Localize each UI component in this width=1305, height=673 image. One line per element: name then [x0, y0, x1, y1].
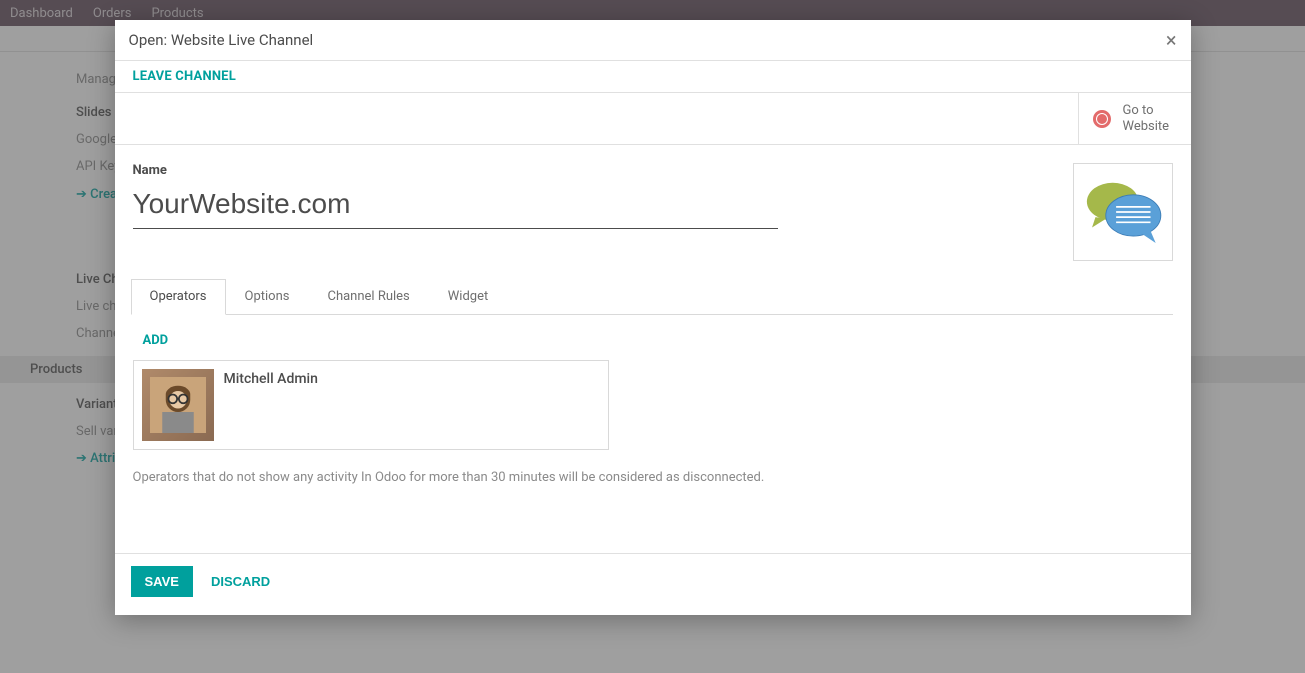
go-to-website-label: Go to Website — [1123, 103, 1173, 134]
modal-header: Open: Website Live Channel × — [115, 20, 1191, 61]
leave-channel-button[interactable]: LEAVE CHANNEL — [133, 69, 236, 84]
avatar — [142, 369, 214, 441]
modal-body: Name Operator — [115, 145, 1191, 503]
tab-operators[interactable]: Operators — [131, 279, 226, 315]
name-label: Name — [133, 163, 1053, 178]
add-operator-button[interactable]: ADD — [143, 333, 169, 348]
modal-overlay: Open: Website Live Channel × LEAVE CHANN… — [0, 0, 1305, 673]
modal-title: Open: Website Live Channel — [129, 31, 314, 49]
operator-card[interactable]: Mitchell Admin — [133, 360, 609, 450]
save-button[interactable]: SAVE — [131, 566, 193, 597]
modal-gotosite: Go to Website — [115, 93, 1191, 145]
modal-actionbar: LEAVE CHANNEL — [115, 61, 1191, 93]
modal: Open: Website Live Channel × LEAVE CHANN… — [115, 20, 1191, 615]
tab-channel-rules[interactable]: Channel Rules — [308, 279, 428, 314]
operator-name: Mitchell Admin — [224, 371, 318, 387]
globe-icon — [1093, 110, 1111, 128]
tabs: Operators Options Channel Rules Widget — [131, 279, 1173, 315]
modal-footer: SAVE DISCARD — [115, 553, 1191, 615]
operators-helper-text: Operators that do not show any activity … — [133, 470, 1173, 485]
name-input[interactable] — [133, 184, 778, 229]
tab-options[interactable]: Options — [226, 279, 309, 314]
tab-widget[interactable]: Widget — [429, 279, 507, 314]
chat-bubbles-icon — [1080, 169, 1166, 255]
discard-button[interactable]: DISCARD — [211, 574, 270, 589]
channel-image[interactable] — [1073, 163, 1173, 261]
close-icon[interactable]: × — [1166, 30, 1177, 50]
go-to-website-button[interactable]: Go to Website — [1078, 93, 1191, 144]
